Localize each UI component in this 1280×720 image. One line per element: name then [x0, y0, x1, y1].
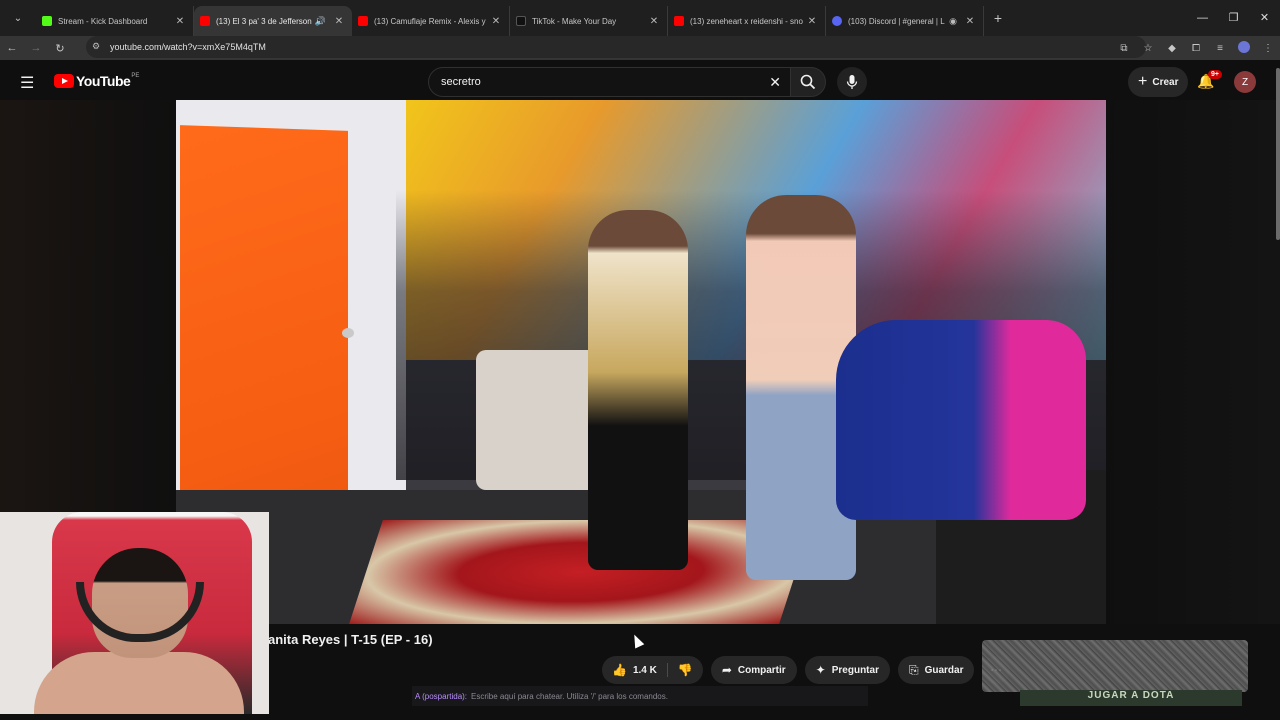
close-tab-icon[interactable]: ✕ — [963, 16, 977, 27]
browser-menu-icon[interactable]: ⋮ — [1256, 43, 1280, 54]
url-text: youtube.com/watch?v=xmXe75M4qTM — [110, 42, 266, 52]
plus-icon: + — [1138, 73, 1148, 90]
red-rug — [349, 520, 813, 624]
sparkle-icon: ✦ — [815, 663, 826, 677]
logo-text: YouTube — [76, 73, 131, 89]
door-knob — [342, 328, 354, 338]
tab-camuflaje[interactable]: (13) Camuflaje Remix - Alexis y ✕ — [352, 6, 510, 36]
bookmark-icon: ⎘ — [908, 662, 919, 677]
tab-youtube-active[interactable]: (13) El 3 pa' 3 de Jefferson 🔊 ✕ — [194, 6, 352, 36]
search-icon — [800, 74, 816, 90]
save-button[interactable]: ⎘ Guardar — [897, 656, 975, 684]
country-code: PE — [131, 73, 140, 79]
kick-favicon-icon — [42, 16, 52, 26]
thumbs-up-icon: 👍 — [612, 663, 627, 677]
minimize-icon[interactable]: — — [1187, 0, 1218, 36]
share-label: Compartir — [737, 664, 786, 676]
video-actions: 👍 1.4 K 👎 ➦ Compartir ✦ Preguntar ⎘ Guar… — [602, 656, 1011, 684]
tab-zeneheart[interactable]: (13) zeneheart x reidenshi - sno ✕ — [668, 6, 826, 36]
browser-tabbar: ⌄ Stream - Kick Dashboard ✕ (13) El 3 pa… — [0, 0, 1280, 36]
youtube-favicon-icon — [674, 16, 684, 26]
browser-toolbar: ← → ↻ ⚙ youtube.com/watch?v=xmXe75M4qTM … — [0, 36, 1280, 60]
video-title: anita Reyes | T-15 (EP - 16) — [268, 632, 433, 647]
ask-button[interactable]: ✦ Preguntar — [804, 656, 890, 684]
create-label: Crear — [1152, 76, 1179, 88]
share-button[interactable]: ➦ Compartir — [710, 656, 797, 684]
bookmark-star-icon[interactable]: ☆ — [1136, 43, 1160, 54]
share-arrow-icon: ➦ — [721, 663, 732, 677]
close-tab-icon[interactable]: ✕ — [173, 16, 187, 27]
ask-label: Preguntar — [831, 664, 879, 676]
media-control-icon[interactable]: ≡ — [1208, 43, 1232, 54]
webcam-overlay — [0, 512, 269, 714]
extension-diamond-icon[interactable]: ◆ — [1160, 43, 1184, 54]
forward-icon[interactable]: → — [24, 42, 48, 54]
save-label: Guardar — [924, 664, 964, 676]
install-icon[interactable]: ⧉ — [1112, 43, 1136, 54]
profile-icon[interactable] — [1232, 40, 1256, 56]
back-icon[interactable]: ← — [0, 42, 24, 54]
chat-input-overlay[interactable]: A (pospartida): Escribe aquí para chatea… — [412, 686, 868, 706]
close-tab-icon[interactable]: ✕ — [489, 16, 503, 27]
page-scrollbar[interactable] — [1276, 68, 1280, 240]
man-patterned-shirt — [588, 210, 688, 570]
speaker-icon[interactable]: 🔊 — [315, 16, 326, 27]
video-player[interactable] — [176, 100, 1106, 624]
tab-title: (13) zeneheart x reidenshi - sno — [690, 16, 803, 26]
restore-icon[interactable]: ❐ — [1218, 0, 1249, 36]
toolbar-actions: ⧉ ☆ ◆ ⧠ ≡ ⋮ — [1112, 36, 1280, 60]
search-value: secretro — [441, 76, 481, 88]
tab-title: Stream - Kick Dashboard — [58, 16, 148, 26]
like-dislike-group: 👍 1.4 K 👎 — [602, 656, 703, 684]
youtube-favicon-icon — [200, 16, 210, 26]
tab-tiktok[interactable]: TikTok - Make Your Day ✕ — [510, 6, 668, 36]
close-tab-icon[interactable]: ✕ — [332, 16, 346, 27]
tiktok-favicon-icon — [516, 16, 526, 26]
microphone-icon — [846, 75, 858, 89]
discord-favicon-icon — [832, 16, 842, 26]
tab-title: (13) El 3 pa' 3 de Jefferson — [216, 16, 312, 26]
notifications-badge: 9+ — [1208, 70, 1222, 79]
site-info-icon[interactable]: ⚙ — [92, 41, 100, 52]
like-count: 1.4 K — [632, 664, 657, 676]
search-button[interactable] — [790, 67, 826, 97]
youtube-favicon-icon — [358, 16, 368, 26]
chat-user: A (pospartida): — [415, 691, 468, 701]
tab-kick[interactable]: Stream - Kick Dashboard ✕ — [36, 6, 194, 36]
woman-blue-dress — [836, 320, 1086, 520]
search-input[interactable]: secretro ✕ — [428, 67, 792, 97]
mouse-cursor-icon — [629, 632, 645, 649]
close-tab-icon[interactable]: ✕ — [647, 16, 661, 27]
youtube-logo[interactable]: YouTube PE — [54, 73, 139, 89]
chat-placeholder: Escribe aquí para chatear. Utiliza '/' p… — [471, 691, 668, 701]
create-button[interactable]: + Crear — [1128, 67, 1189, 97]
tab-title: (103) Discord | #general | L — [848, 16, 945, 26]
streamer-body — [34, 652, 244, 714]
url-bar[interactable]: ⚙ youtube.com/watch?v=xmXe75M4qTM — [86, 36, 1146, 58]
tab-title: TikTok - Make Your Day — [532, 16, 617, 26]
youtube-masthead: ☰ YouTube PE secretro ✕ + Crear 🔔 9+ Z — [0, 60, 1280, 104]
tab-title: (13) Camuflaje Remix - Alexis y — [374, 16, 486, 26]
new-tab-icon[interactable]: + — [984, 10, 1012, 26]
account-avatar[interactable]: Z — [1234, 71, 1256, 93]
extensions-puzzle-icon[interactable]: ⧠ — [1184, 43, 1208, 54]
reload-icon[interactable]: ↻ — [48, 42, 72, 55]
tab-search-icon[interactable]: ⌄ — [0, 0, 36, 36]
dislike-button[interactable]: 👎 — [668, 663, 703, 677]
tab-discord[interactable]: (103) Discord | #general | L ◉ ✕ — [826, 6, 984, 36]
close-tab-icon[interactable]: ✕ — [805, 16, 819, 27]
recording-icon: ◉ — [949, 15, 957, 26]
voice-search-button[interactable] — [837, 67, 867, 97]
clear-search-icon[interactable]: ✕ — [769, 74, 781, 91]
overlay-banner: JUGAR A DOTA — [1020, 690, 1242, 706]
overlay-widget — [982, 640, 1248, 692]
like-button[interactable]: 👍 1.4 K — [602, 663, 668, 677]
window-controls: — ❐ ✕ — [1187, 0, 1280, 36]
guide-menu-icon[interactable]: ☰ — [20, 73, 34, 93]
thumbs-down-icon: 👎 — [677, 663, 693, 677]
youtube-play-icon — [54, 74, 74, 88]
close-window-icon[interactable]: ✕ — [1249, 0, 1280, 36]
